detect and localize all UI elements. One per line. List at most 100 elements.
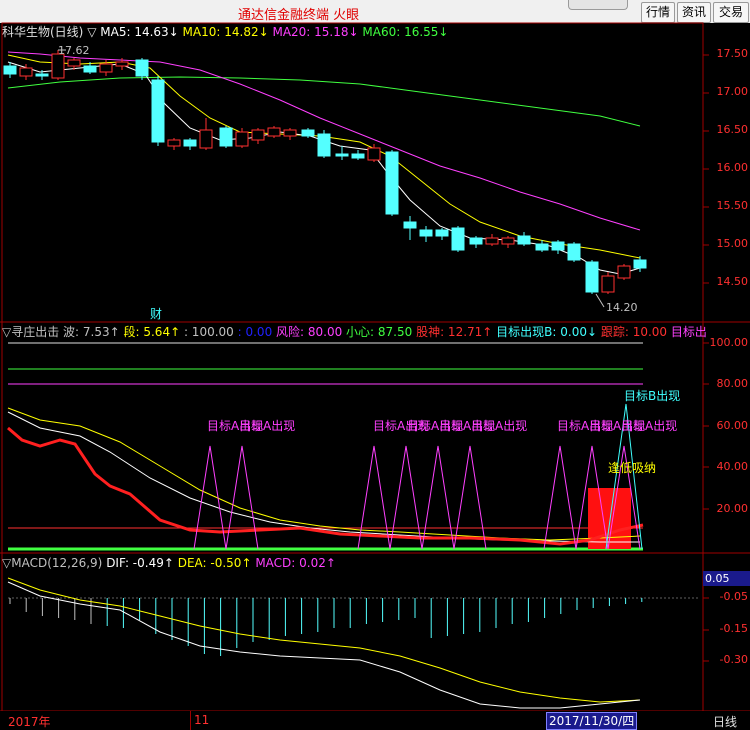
stock-name-label[interactable]: 科华生物(日线): [2, 25, 83, 39]
candle-up: [251, 129, 265, 141]
indicator-value-9: 目标出: [670, 325, 707, 339]
macd-value-1: DIF: -0.49↑: [106, 556, 178, 570]
candle-up: [99, 63, 113, 73]
price-tick-label: 15.00: [716, 237, 749, 250]
ma60-indicator: MA60: 16.55↓: [362, 25, 449, 39]
target-a-label: 目标A出现: [471, 419, 528, 433]
candle-up: [367, 147, 381, 161]
candle-down: [551, 241, 565, 251]
indicator-panel-header: ▽寻庄出击 波: 7.53↑ 段: 5.64↑ : 100.00 : 0.00 …: [2, 324, 707, 340]
indicator-tick-label: 100.00: [709, 336, 749, 349]
month-divider: [190, 711, 191, 730]
wave-line: [7, 411, 640, 543]
indicator-value-4: 风险: 80.00: [276, 325, 347, 339]
target-a-markers: [193, 445, 641, 550]
indicator-value-8: 跟踪: 10.00: [600, 325, 671, 339]
price-tick-label: 14.50: [716, 275, 749, 288]
candle-up: [67, 59, 81, 67]
period-selector[interactable]: 日线: [713, 713, 737, 730]
indicator-tick-label: 40.00: [716, 460, 749, 473]
indicator-value-7: 目标出现B: 0.00↓: [496, 325, 601, 339]
candle-up: [501, 237, 515, 245]
candle-up: [235, 131, 249, 147]
macd-value-2: DEA: -0.50↑: [177, 556, 256, 570]
indicator-value-0[interactable]: ▽寻庄出击 波: 7.53↑: [2, 325, 124, 339]
indicator-tick-label: 20.00: [716, 502, 749, 515]
indicator-value-6: 股神: 12.71↑: [416, 325, 497, 339]
candle-down: [385, 151, 399, 215]
ma5-indicator: MA5: 14.63↓: [100, 25, 183, 39]
candle-up: [283, 129, 297, 137]
cursor-date-label: 2017/11/30/四: [546, 712, 638, 730]
ma20-indicator: MA20: 15.18↓: [272, 25, 363, 39]
dif-line: [7, 581, 641, 709]
indicator-tick-label: 60.00: [716, 419, 749, 432]
candle-down: [633, 259, 647, 269]
ma5-line: [7, 61, 641, 275]
stock-chart-canvas[interactable]: [0, 0, 750, 730]
candle-up: [601, 275, 615, 293]
financial-event-marker[interactable]: 财: [150, 306, 162, 322]
low-price-label: 14.20: [606, 301, 638, 314]
price-axis: 17.50 17.00 16.50 16.00 15.50 15.00 14.50: [703, 23, 750, 322]
candle-up: [167, 139, 181, 147]
candle-down: [535, 243, 549, 251]
candle-down: [183, 139, 197, 147]
price-tick-label: 16.50: [716, 123, 749, 136]
price-tick-label: 17.50: [716, 47, 749, 60]
buy-on-dip-label: 逢低吸纳: [608, 461, 657, 475]
macd-panel-header: ▽MACD(12,26,9) DIF: -0.49↑ DEA: -0.50↑ M…: [2, 555, 336, 571]
ma10-indicator: MA10: 14.82↓: [182, 25, 273, 39]
candle-down: [83, 65, 97, 73]
candle-up: [19, 67, 33, 77]
date-axis-bar: 2017年 11 2017/11/30/四 日线: [0, 711, 750, 730]
macd-axis: -0.05 -0.15 -0.30: [703, 553, 750, 711]
price-panel-header: 科华生物(日线) ▽ MA5: 14.63↓ MA10: 14.82↓ MA20…: [2, 24, 449, 40]
candle-down: [135, 59, 149, 77]
candle-up: [115, 61, 129, 67]
macd-tick-label: -0.05: [719, 590, 748, 603]
candle-down: [317, 133, 331, 157]
panel-menu-marker[interactable]: ▽: [87, 25, 96, 39]
target-a-label: 目标A出现: [621, 419, 678, 433]
macd-histogram: [9, 598, 643, 656]
candle-down: [351, 153, 365, 159]
ma60-line: [7, 76, 641, 127]
macd-value-3: MACD: 0.02↑: [255, 556, 336, 570]
indicator-value-3: : 0.00: [237, 325, 277, 339]
dea-line: [7, 577, 641, 703]
indicator-tick-label: 80.00: [716, 377, 749, 390]
candle-down: [585, 261, 599, 293]
price-tick-label: 15.50: [716, 199, 749, 212]
month-label: 11: [194, 713, 210, 727]
indicator-value-5: 小心: 87.50: [346, 325, 417, 339]
segment-line: [7, 407, 641, 541]
macd-value-0[interactable]: ▽MACD(12,26,9): [2, 556, 106, 570]
candle-down: [451, 227, 465, 251]
macd-tick-label: -0.30: [719, 653, 748, 666]
candle-down: [403, 221, 417, 229]
target-a-triangle: [453, 445, 487, 550]
target-a-triangle: [389, 445, 423, 550]
candle-down: [419, 229, 433, 237]
target-a-triangle: [225, 445, 259, 550]
high-price-label: 17.62: [58, 44, 90, 57]
target-a-triangle: [543, 445, 577, 550]
candle-up: [485, 237, 499, 245]
indicator-axis: 100.00 80.00 60.00 40.00 20.00: [703, 322, 750, 553]
candle-down: [567, 243, 581, 261]
year-label: 2017年: [8, 715, 51, 729]
candle-down: [469, 237, 483, 245]
candlestick-series: [3, 50, 647, 294]
target-b-label: 目标B出现: [624, 389, 681, 403]
candle-down: [301, 129, 315, 137]
candle-down: [335, 153, 349, 157]
target-a-triangle: [193, 445, 227, 550]
target-a-label: 目标A出现: [239, 419, 296, 433]
price-tick-label: 16.00: [716, 161, 749, 174]
price-tick-label: 17.00: [716, 85, 749, 98]
candle-down: [3, 65, 17, 75]
candle-down: [151, 79, 165, 143]
candle-up: [199, 129, 213, 149]
candle-up: [267, 127, 281, 137]
